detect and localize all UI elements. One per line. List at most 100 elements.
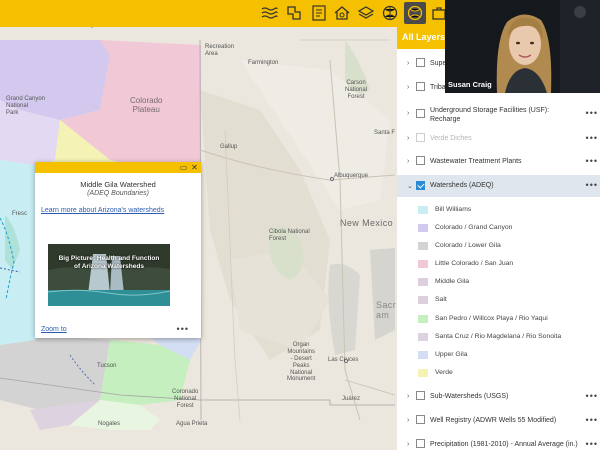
legend-label: Verde [435, 369, 453, 376]
map-label-new-mexico: New Mexico [340, 218, 394, 228]
layer-more-options[interactable]: ••• [586, 133, 598, 143]
learn-more-link[interactable]: Learn more about Arizona's watersheds [41, 207, 164, 214]
legend-swatch [418, 224, 428, 232]
map-label-farmington: Farmington [248, 60, 279, 66]
legend-swatch [418, 333, 428, 341]
map-label-gallup: Gallup [220, 144, 238, 150]
popup-title: Middle Gila Watershed [80, 180, 156, 189]
layer-row[interactable]: › Underground Storage Facilities (USF): … [397, 107, 600, 129]
layer-more-options[interactable]: ••• [586, 439, 598, 449]
presenter-name: Susan Craig [448, 80, 492, 89]
layer-checkbox[interactable] [416, 156, 425, 165]
layer-more-options[interactable]: ••• [586, 391, 598, 401]
water-waves-button[interactable] [258, 2, 280, 24]
print-document-icon [312, 5, 326, 21]
legend-swatch [418, 315, 428, 323]
popup-more-options[interactable]: ••• [177, 324, 189, 334]
map-label-nogales: Nogales [98, 421, 121, 427]
legend-swatch [418, 242, 428, 250]
layers-stack-icon [357, 6, 375, 19]
legend-swatch [418, 369, 428, 377]
layer-checkbox[interactable] [416, 133, 425, 142]
layer-more-options[interactable]: ••• [586, 108, 598, 118]
chevron-right-icon[interactable]: › [407, 393, 409, 400]
map-label-sacramento: Sacr am [376, 300, 397, 321]
layer-label: Underground Storage Facilities (USF): Re… [430, 107, 550, 124]
layer-label: Verde Diches [430, 135, 472, 142]
basemap-button[interactable] [379, 2, 401, 24]
close-popup-icon[interactable]: ✕ [190, 163, 199, 172]
layer-label: Triba [430, 84, 446, 91]
legend-item: Bill Williams [397, 206, 600, 216]
map-label-tucson: Tucson [97, 363, 117, 369]
legend-item: San Pedro / Willcox Playa / Rio Yaqui [397, 315, 600, 325]
map-label-agua-prieta: Agua Prieta [176, 421, 208, 427]
chevron-right-icon[interactable]: › [407, 110, 409, 117]
layer-checkbox[interactable] [416, 415, 425, 424]
chevron-down-icon[interactable]: ⌄ [407, 182, 413, 190]
map-label-organ-mountains: Organ Mountains - Desert Peaks National … [287, 342, 316, 383]
layers-button[interactable] [355, 2, 377, 24]
layer-more-options[interactable]: ••• [586, 156, 598, 166]
puzzle-map-button[interactable] [283, 2, 305, 24]
legend-item: Middle Gila [397, 278, 600, 288]
map-label-carson-forest: Carson National Forest [345, 80, 368, 100]
layer-checkbox[interactable] [416, 82, 425, 91]
ball-basemap-icon [382, 5, 398, 21]
layer-row[interactable]: › Verde Diches ••• [397, 133, 600, 147]
map-label-grand-canyon: Grand Canyon National Park [6, 96, 46, 116]
dock-popup-icon[interactable]: ▭ [179, 163, 188, 172]
legend-item: Santa Cruz / Rio Magdelana / Rio Sonoita [397, 333, 600, 343]
layer-row[interactable]: › Precipitation (1981-2010) - Annual Ave… [397, 439, 600, 450]
map-label-recreation-area: Recreation Area [205, 44, 235, 57]
popup-titlebar: ▭ ✕ [35, 162, 201, 173]
video-thumbnail[interactable]: Big Picture: Health and Function of Ariz… [48, 244, 170, 306]
legend-label: Salt [435, 296, 447, 303]
popup-subtitle: (ADEQ Boundaries) [87, 190, 149, 197]
legend-swatch [418, 278, 428, 286]
legend-item: Colorado / Lower Gila [397, 242, 600, 252]
map-label-cibola-forest: Cibola National Forest [269, 229, 310, 242]
layer-label: Well Registry (ADWR Wells 55 Modified) [430, 417, 557, 424]
legend-item: Verde [397, 369, 600, 379]
map-label-albuquerque: Albuquerque [334, 173, 369, 179]
print-button[interactable] [308, 2, 330, 24]
chevron-right-icon[interactable]: › [407, 135, 409, 142]
puzzle-map-icon [287, 6, 301, 20]
layer-more-options[interactable]: ••• [586, 415, 598, 425]
chevron-right-icon[interactable]: › [407, 417, 409, 424]
water-waves-icon [261, 7, 278, 19]
home-map-icon [334, 6, 350, 20]
legend-label: Colorado / Grand Canyon [435, 224, 513, 231]
legend-label: Middle Gila [435, 278, 469, 285]
layer-checkbox[interactable] [416, 58, 425, 67]
las-cruces-dot [344, 359, 348, 363]
chevron-right-icon[interactable]: › [407, 158, 409, 165]
layer-row-watersheds[interactable]: ⌄ Watersheds (ADEQ) ••• [397, 175, 600, 197]
legend-item: Upper Gila [397, 351, 600, 361]
layer-row[interactable]: › Wastewater Treatment Plants ••• [397, 156, 600, 170]
map-label-colorado-plateau: Colorado Plateau [130, 96, 163, 115]
layer-row[interactable]: › Well Registry (ADWR Wells 55 Modified)… [397, 415, 600, 429]
layer-checkbox-checked[interactable] [416, 181, 425, 190]
zoom-to-link[interactable]: Zoom to [41, 326, 67, 333]
layer-checkbox[interactable] [416, 109, 425, 118]
home-button[interactable] [331, 2, 353, 24]
watershed-popup: ▭ ✕ Middle Gila Watershed (ADEQ Boundari… [35, 162, 201, 338]
layer-checkbox[interactable] [416, 391, 425, 400]
webcam-video: Susan Craig [445, 0, 600, 93]
legend-item: Salt [397, 296, 600, 306]
layer-checkbox[interactable] [416, 439, 425, 448]
ball-basemap-icon [407, 5, 423, 21]
legend-swatch [418, 206, 428, 214]
albuquerque-dot [330, 177, 334, 181]
chevron-right-icon[interactable]: › [407, 84, 409, 91]
legend-swatch [418, 260, 428, 268]
layer-more-options[interactable]: ••• [586, 180, 598, 190]
layer-row[interactable]: › Sub-Watersheds (USGS) ••• [397, 391, 600, 405]
chevron-right-icon[interactable]: › [407, 441, 409, 448]
chevron-right-icon[interactable]: › [407, 60, 409, 67]
ball-tool-button[interactable] [404, 2, 426, 24]
layer-label: Supe [430, 60, 447, 67]
panel-header-title: All Layers [402, 32, 446, 42]
